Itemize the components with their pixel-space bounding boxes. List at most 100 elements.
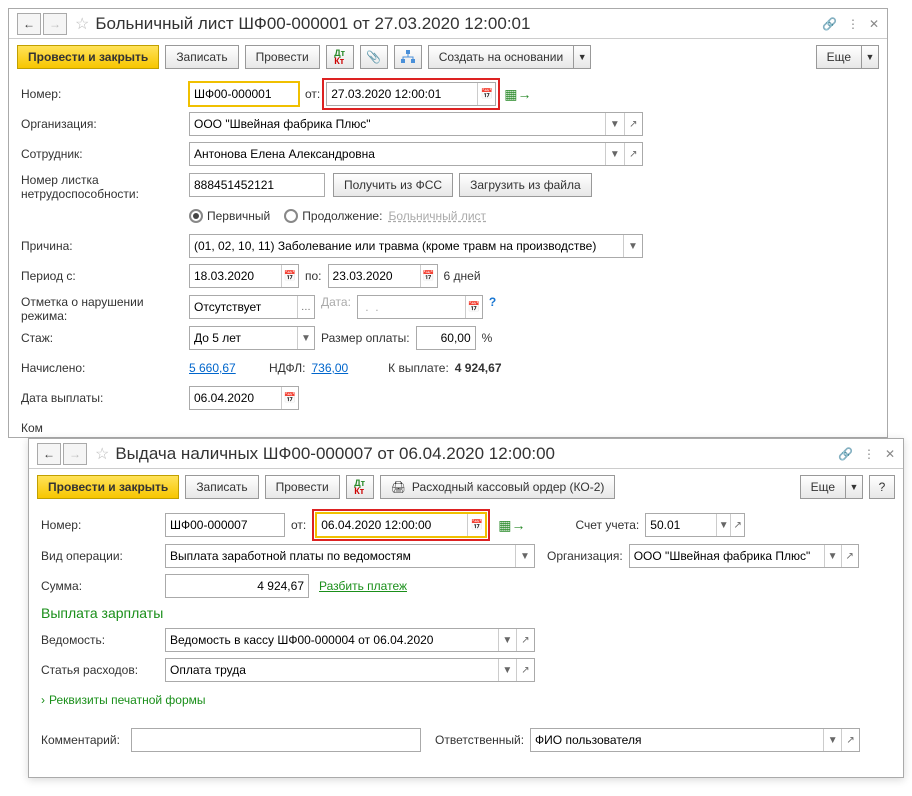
op-label: Вид операции: (41, 549, 165, 563)
chevron-down-icon[interactable]: ▼ (623, 235, 642, 257)
org-label: Организация: (21, 117, 189, 131)
more-dropdown[interactable]: Еще▼ (816, 45, 879, 69)
emp-field[interactable]: ▼↗ (189, 142, 643, 166)
calendar-icon[interactable]: 📅 (467, 514, 485, 536)
number-label: Номер: (41, 518, 165, 532)
close-icon[interactable]: ✕ (885, 447, 895, 461)
link-icon[interactable]: 🔗 (838, 447, 853, 461)
primary-radio[interactable] (189, 209, 203, 223)
print-details-toggle[interactable]: › Реквизиты печатной формы (41, 685, 891, 715)
star-icon[interactable]: ☆ (75, 14, 89, 34)
close-icon[interactable]: ✕ (869, 17, 879, 31)
forward-button: → (43, 13, 67, 35)
op-field[interactable]: ▼ (165, 544, 535, 568)
load-file-button[interactable]: Загрузить из файла (459, 173, 592, 197)
create-based-dropdown[interactable]: Создать на основании▼ (428, 45, 592, 69)
back-button[interactable]: ← (17, 13, 41, 35)
chevron-down-icon[interactable]: ▼ (716, 514, 730, 536)
resp-field[interactable]: ▼↗ (530, 728, 860, 752)
from-label: от: (305, 87, 320, 101)
chevron-down-icon[interactable]: ▼ (515, 545, 534, 567)
period-to-label: по: (305, 269, 322, 283)
paydate-field[interactable]: 📅 (189, 386, 299, 410)
post-and-close-button[interactable]: Провести и закрыть (17, 45, 159, 69)
help-button[interactable]: ? (869, 475, 895, 499)
period-from-field[interactable]: 📅 (189, 264, 299, 288)
ndfl-link[interactable]: 736,00 (311, 361, 348, 375)
save-button[interactable]: Записать (165, 45, 238, 69)
dtkt-button[interactable]: ДтКт (346, 475, 374, 499)
chevron-down-icon[interactable]: ▼ (498, 659, 516, 681)
kebab-icon[interactable]: ⋮ (863, 447, 875, 461)
sheet-field[interactable] (189, 173, 325, 197)
org-field[interactable]: ▼↗ (629, 544, 859, 568)
chevron-down-icon[interactable]: ▼ (824, 545, 841, 567)
calendar-icon[interactable]: 📅 (281, 387, 298, 409)
calendar-icon[interactable]: 📅 (281, 265, 298, 287)
exp-field[interactable]: ▼↗ (165, 658, 535, 682)
open-icon[interactable]: ↗ (624, 143, 642, 165)
calendar-icon: 📅 (465, 296, 482, 318)
open-icon[interactable]: ↗ (730, 514, 744, 536)
accrued-link[interactable]: 5 660,67 (189, 361, 249, 375)
sum-field[interactable] (165, 574, 309, 598)
link-icon[interactable]: 🔗 (822, 17, 837, 31)
open-icon[interactable]: ↗ (841, 545, 858, 567)
period-label: Период с: (21, 269, 189, 283)
number-label: Номер: (21, 87, 189, 101)
kebab-icon[interactable]: ⋮ (847, 17, 859, 31)
number-field[interactable] (189, 82, 299, 106)
more-dropdown[interactable]: Еще▼ (800, 475, 863, 499)
star-icon[interactable]: ☆ (95, 444, 109, 464)
chevron-down-icon[interactable]: ▼ (498, 629, 516, 651)
posted-icon: ▦→ (504, 86, 531, 103)
open-icon[interactable]: ↗ (841, 729, 859, 751)
reason-field[interactable]: ▼ (189, 234, 643, 258)
reason-label: Причина: (21, 239, 189, 253)
post-button[interactable]: Провести (245, 45, 320, 69)
attach-button[interactable]: 📎 (360, 45, 388, 69)
chevron-down-icon[interactable]: ▼ (605, 143, 623, 165)
account-field[interactable]: ▼↗ (645, 513, 745, 537)
dots-icon[interactable]: … (297, 296, 314, 318)
from-label: от: (291, 518, 306, 532)
back-button[interactable]: ← (37, 443, 61, 465)
save-button[interactable]: Записать (185, 475, 258, 499)
post-button[interactable]: Провести (265, 475, 340, 499)
period-to-field[interactable]: 📅 (328, 264, 438, 288)
print-button[interactable]: 🖨Расходный кассовый ордер (КО-2) (380, 475, 616, 499)
toolbar: Провести и закрыть Записать Провести ДтК… (29, 469, 903, 505)
date-field[interactable]: 📅 (326, 82, 496, 106)
stage-field[interactable]: ▼ (189, 326, 315, 350)
org-field[interactable]: ▼↗ (189, 112, 643, 136)
structure-button[interactable] (394, 45, 422, 69)
window-title: Выдача наличных ШФ00-000007 от 06.04.202… (115, 444, 838, 464)
split-link[interactable]: Разбить платеж (319, 579, 407, 593)
number-field[interactable] (165, 513, 285, 537)
date-field[interactable]: 📅 (316, 513, 486, 537)
open-icon[interactable]: ↗ (516, 659, 534, 681)
violation-field[interactable]: … (189, 295, 315, 319)
emp-label: Сотрудник: (21, 147, 189, 161)
exp-label: Статья расходов: (41, 663, 165, 677)
open-icon[interactable]: ↗ (624, 113, 642, 135)
pay-value: 4 924,67 (455, 361, 502, 375)
open-icon[interactable]: ↗ (516, 629, 534, 651)
calendar-icon[interactable]: 📅 (477, 83, 495, 105)
chevron-down-icon[interactable]: ▼ (605, 113, 623, 135)
post-and-close-button[interactable]: Провести и закрыть (37, 475, 179, 499)
sick-leave-window: ← → ☆ Больничный лист ШФ00-000001 от 27.… (8, 8, 888, 438)
ved-field[interactable]: ▼↗ (165, 628, 535, 652)
account-label: Счет учета: (575, 518, 639, 532)
get-fss-button[interactable]: Получить из ФСС (333, 173, 453, 197)
chevron-down-icon[interactable]: ▼ (823, 729, 841, 751)
continuation-link: Больничный лист (388, 209, 486, 223)
dtkt-button[interactable]: ДтКт (326, 45, 354, 69)
pay-label: К выплате: (388, 361, 449, 375)
help-icon[interactable]: ? (489, 295, 496, 309)
comment-field[interactable] (131, 728, 421, 752)
continuation-radio[interactable] (284, 209, 298, 223)
calendar-icon[interactable]: 📅 (420, 265, 437, 287)
rate-field[interactable] (416, 326, 476, 350)
chevron-down-icon[interactable]: ▼ (297, 327, 314, 349)
